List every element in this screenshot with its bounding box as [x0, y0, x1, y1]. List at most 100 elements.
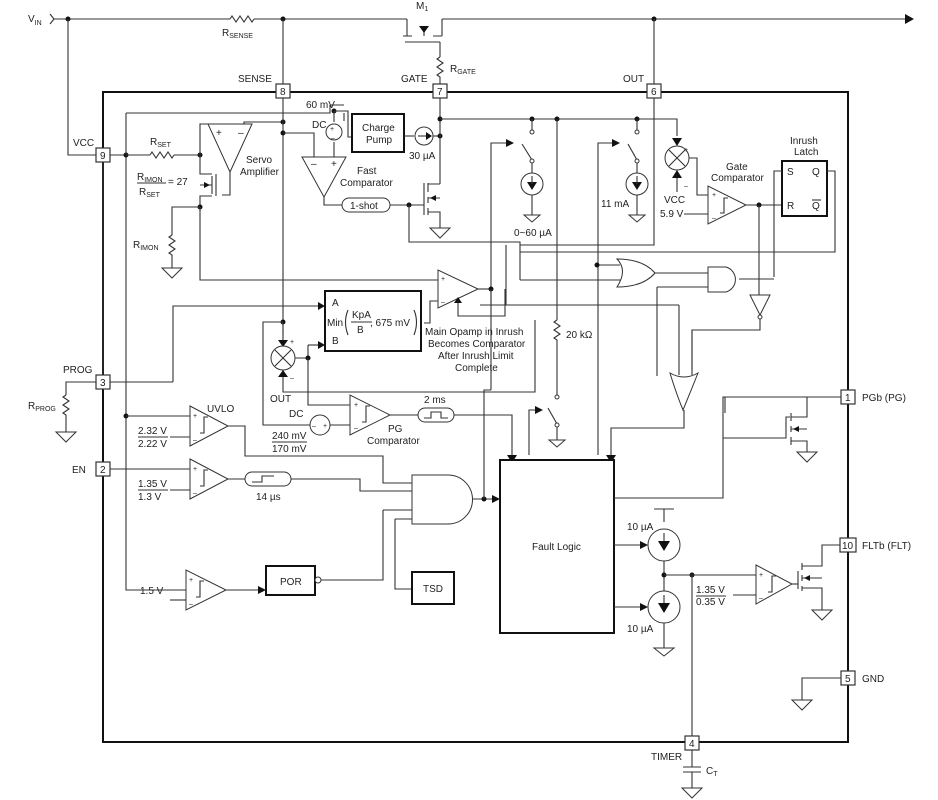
en-comparator: + – — [189, 458, 230, 500]
svg-text:Comparator: Comparator — [711, 173, 764, 184]
pin-5-gnd: 5 GND — [840, 670, 884, 686]
m1-label: M1 — [416, 1, 428, 13]
flt-comparator: + – — [755, 564, 794, 605]
svg-text:6: 6 — [651, 87, 657, 98]
svg-text:–: – — [684, 183, 688, 190]
svg-text:RIMON: RIMON — [137, 172, 163, 184]
svg-text:PROG: PROG — [63, 365, 93, 376]
ground-icon — [652, 647, 676, 657]
svg-text:Q: Q — [812, 201, 820, 212]
svg-text:0.35 V: 0.35 V — [696, 597, 725, 608]
svg-text:–: – — [354, 425, 358, 432]
svg-text:DC: DC — [289, 409, 303, 420]
switch-20k[interactable] — [547, 407, 558, 425]
por-comparator: + – — [185, 569, 228, 611]
svg-text:OUT: OUT — [623, 74, 644, 85]
svg-text:Fault Logic: Fault Logic — [532, 542, 581, 553]
pin-2-en: 2 EN — [72, 461, 111, 477]
svg-text:B: B — [332, 336, 339, 347]
deglitch-14us — [244, 471, 292, 487]
inverter — [749, 294, 771, 317]
rimon-resistor — [168, 234, 176, 268]
svg-text:S: S — [787, 167, 794, 178]
svg-text:5: 5 — [845, 674, 851, 685]
svg-text:R: R — [787, 201, 794, 212]
svg-text:+: + — [759, 572, 763, 579]
switch-11ma[interactable] — [627, 143, 638, 161]
ground-icon — [627, 214, 647, 223]
svg-text:POR: POR — [280, 577, 302, 588]
svg-text:–: – — [712, 215, 716, 222]
pg-comparator: + – PG Comparator — [349, 394, 420, 447]
ground-icon — [54, 431, 78, 443]
ground-icon — [547, 439, 567, 448]
delay-2ms — [417, 407, 455, 423]
pin-6-out: 6 OUT — [623, 74, 662, 99]
and-gate-enable — [411, 474, 473, 525]
svg-text:Inrush: Inrush — [790, 136, 818, 147]
rprog-resistor — [62, 394, 70, 432]
svg-text:1: 1 — [845, 393, 851, 404]
svg-text:11 mA: 11 mA — [601, 199, 629, 210]
svg-text:14 µs: 14 µs — [256, 492, 281, 503]
svg-text:–: – — [238, 128, 244, 139]
rsense-resistor — [229, 15, 255, 23]
svg-text:0~60 µA: 0~60 µA — [514, 228, 552, 239]
servo-amplifier: + – Servo Amplifier — [207, 123, 280, 178]
svg-text:–: – — [189, 601, 193, 608]
svg-text:5.9 V: 5.9 V — [660, 209, 684, 220]
svg-text:3: 3 — [100, 378, 106, 389]
svg-text:–: – — [331, 135, 335, 142]
rprog-label: RPROG — [28, 401, 56, 413]
svg-text:VCC: VCC — [73, 138, 94, 149]
svg-text:–: – — [441, 299, 445, 306]
svg-text:GND: GND — [862, 674, 884, 685]
ground-icon — [795, 451, 819, 463]
svg-text:Min: Min — [327, 318, 343, 329]
svg-text:Comparator: Comparator — [367, 436, 420, 447]
svg-text:SENSE: SENSE — [238, 74, 272, 85]
or-gate-inrush — [615, 258, 656, 288]
svg-text:–: – — [312, 423, 316, 430]
svg-text:TSD: TSD — [423, 584, 443, 595]
gate-pulldown-mosfet — [423, 183, 441, 228]
switch-0-60ua[interactable] — [521, 143, 533, 161]
fltb-mosfet — [797, 544, 840, 610]
svg-text:VCC: VCC — [664, 195, 685, 206]
svg-text:20 kΩ: 20 kΩ — [566, 330, 593, 341]
svg-text:2.32 V: 2.32 V — [138, 426, 167, 437]
ground-icon — [790, 699, 814, 711]
ic-boundary — [102, 91, 849, 743]
svg-text:GATE: GATE — [401, 74, 428, 85]
svg-text:Fast: Fast — [357, 166, 377, 177]
svg-text:A: A — [332, 298, 339, 309]
svg-text:Gate: Gate — [726, 162, 748, 173]
fast-comparator: – + Fast Comparator — [301, 156, 393, 199]
svg-text:+: + — [354, 402, 358, 409]
svg-text:+: + — [712, 192, 716, 199]
r20k-resistor — [553, 319, 561, 395]
pin-1-pgb: 1 PGb (PG) — [840, 389, 906, 405]
svg-text:+: + — [193, 413, 197, 420]
svg-text:–: – — [759, 595, 763, 602]
vin-label: VIN — [28, 14, 42, 27]
ground-icon — [810, 609, 834, 621]
svg-text:30 µA: 30 µA — [409, 151, 436, 162]
svg-text:1.35 V: 1.35 V — [696, 585, 725, 596]
svg-text:+: + — [684, 147, 688, 154]
svg-text:= 27: = 27 — [168, 177, 188, 188]
svg-text:B: B — [357, 325, 364, 336]
svg-text:Charge: Charge — [362, 123, 395, 134]
svg-text:8: 8 — [280, 87, 286, 98]
ground-icon — [428, 227, 452, 239]
svg-text:EN: EN — [72, 465, 86, 476]
ground-icon — [680, 787, 704, 799]
svg-text:Latch: Latch — [794, 147, 818, 158]
svg-text:170 mV: 170 mV — [272, 444, 307, 455]
svg-text:TIMER: TIMER — [651, 752, 682, 763]
pin-10-fltb: 10 FLTb (FLT) — [839, 537, 911, 553]
ct-label: CT — [706, 766, 718, 778]
svg-text:+: + — [290, 339, 294, 346]
svg-text:Amplifier: Amplifier — [240, 167, 280, 178]
main-opamp-note-2: Becomes Comparator — [428, 339, 526, 350]
